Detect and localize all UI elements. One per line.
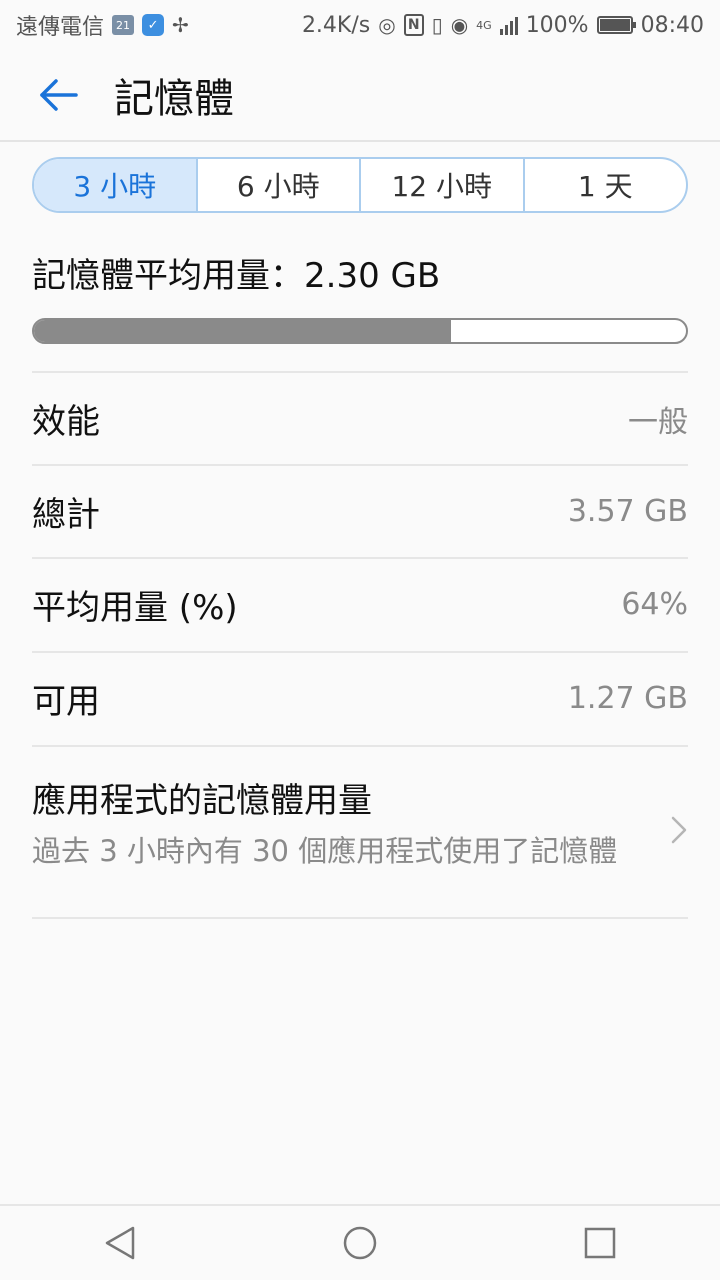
app-memory-usage-text: 應用程式的記憶體用量 過去 3 小時內有 30 個應用程式使用了記憶體 bbox=[32, 747, 642, 872]
tab-3-hours[interactable]: 3 小時 bbox=[34, 159, 198, 211]
row-average-percent-label: 平均用量 (%) bbox=[32, 588, 238, 628]
calendar-icon: 21 bbox=[112, 15, 135, 35]
circle-home-icon bbox=[343, 1226, 377, 1260]
status-bar: 遠傳電信 21 ✓ ✢ 2.4K/s ◎ N ▯ ◉ 4G 100% 08:40 bbox=[0, 0, 720, 50]
back-button[interactable] bbox=[18, 55, 98, 135]
network-type: 4G bbox=[476, 18, 492, 32]
tab-6-hours[interactable]: 6 小時 bbox=[198, 159, 361, 211]
tab-12-hours[interactable]: 12 小時 bbox=[361, 159, 525, 211]
row-performance-label: 效能 bbox=[32, 402, 100, 442]
nfc-icon: N bbox=[403, 14, 424, 36]
battery-icon bbox=[596, 16, 636, 34]
signal-icon bbox=[499, 15, 518, 35]
row-performance: 效能 一般 bbox=[32, 371, 688, 464]
page-title: 記憶體 bbox=[114, 76, 234, 122]
average-usage-label: 記憶體平均用量：2.30 GB bbox=[32, 256, 441, 296]
screen: 遠傳電信 21 ✓ ✢ 2.4K/s ◎ N ▯ ◉ 4G 100% 08:40 bbox=[0, 0, 720, 1280]
row-total-value: 3.57 GB bbox=[567, 494, 688, 529]
carrier-name: 遠傳電信 bbox=[16, 15, 105, 40]
nav-back-button[interactable] bbox=[80, 1208, 160, 1278]
nav-recents-button[interactable] bbox=[560, 1208, 640, 1278]
row-total-label: 總計 bbox=[32, 495, 100, 535]
memory-usage-progress-fill bbox=[34, 320, 452, 342]
clock: 08:40 bbox=[640, 12, 704, 38]
net-speed: 2.4K/s bbox=[301, 12, 371, 38]
app-header: 記憶體 bbox=[0, 50, 720, 142]
app-memory-usage-subtitle: 過去 3 小時內有 30 個應用程式使用了記憶體 bbox=[32, 834, 618, 868]
time-range-tabs: 3 小時 6 小時 12 小時 1 天 bbox=[32, 157, 688, 213]
triangle-back-icon bbox=[105, 1226, 135, 1260]
status-right: 2.4K/s ◎ N ▯ ◉ 4G 100% 08:40 bbox=[302, 13, 704, 38]
chevron-right-icon bbox=[658, 747, 688, 921]
row-available: 可用 1.27 GB bbox=[32, 651, 688, 744]
hotspot-icon: ◎ bbox=[378, 13, 396, 37]
navigation-bar bbox=[0, 1204, 720, 1280]
row-available-label: 可用 bbox=[32, 682, 100, 722]
row-available-value: 1.27 GB bbox=[567, 681, 688, 716]
vibrate-icon: ▯ bbox=[431, 13, 443, 37]
square-recents-icon bbox=[584, 1227, 616, 1259]
shield-icon: ✓ bbox=[142, 14, 165, 36]
status-left: 遠傳電信 21 ✓ ✢ bbox=[16, 9, 189, 41]
arrow-left-icon bbox=[40, 79, 78, 111]
row-performance-value: 一般 bbox=[628, 404, 688, 440]
row-total: 總計 3.57 GB bbox=[32, 464, 688, 557]
row-average-percent: 平均用量 (%) 64% bbox=[32, 557, 688, 650]
row-average-percent-value: 64% bbox=[621, 587, 688, 622]
battery-percent: 100% bbox=[525, 12, 589, 38]
tab-1-day[interactable]: 1 天 bbox=[525, 159, 687, 211]
nav-home-button[interactable] bbox=[320, 1208, 400, 1278]
memory-usage-progress bbox=[32, 318, 688, 344]
eye-icon: ◉ bbox=[450, 13, 469, 37]
app-memory-usage-item[interactable]: 應用程式的記憶體用量 過去 3 小時內有 30 個應用程式使用了記憶體 bbox=[32, 745, 688, 919]
app-memory-usage-title: 應用程式的記憶體用量 bbox=[32, 781, 372, 821]
pinwheel-icon: ✢ bbox=[172, 13, 189, 37]
